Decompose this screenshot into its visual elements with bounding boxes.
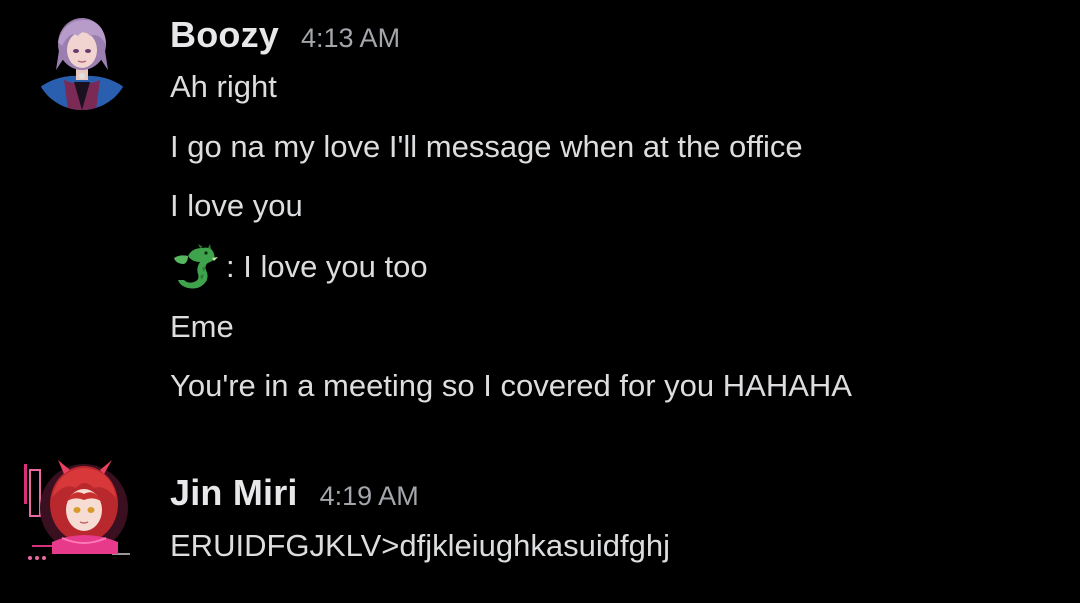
timestamp[interactable]: 4:19 AM bbox=[320, 481, 419, 512]
message-text: I go na my love I'll message when at the… bbox=[170, 129, 803, 164]
avatar-jin-miri[interactable] bbox=[22, 458, 132, 568]
message-line-with-emoji: : I love you too bbox=[170, 244, 428, 290]
avatar-anime-girl-icon bbox=[22, 458, 132, 568]
message-group-boozy: Boozy 4:13 AM Ah right I go na my love I… bbox=[0, 0, 1080, 440]
message-text: Eme bbox=[170, 309, 234, 344]
message-text: You're in a meeting so I covered for you… bbox=[170, 368, 852, 403]
username[interactable]: Jin Miri bbox=[170, 472, 298, 514]
message-text: : I love you too bbox=[226, 249, 428, 284]
avatar-anime-man-icon bbox=[34, 14, 130, 110]
message-group-jin-miri: Jin Miri 4:19 AM ERUIDFGJKLV>dfjkleiughk… bbox=[0, 455, 1080, 603]
message-header-jin-miri: Jin Miri 4:19 AM bbox=[170, 472, 419, 514]
username[interactable]: Boozy bbox=[170, 14, 279, 56]
timestamp[interactable]: 4:13 AM bbox=[301, 23, 400, 54]
message-text: I love you bbox=[170, 188, 303, 223]
message-text: ERUIDFGJKLV>dfjkleiughkasuidfghj bbox=[170, 528, 670, 563]
dragon-emoji-icon[interactable] bbox=[170, 244, 220, 290]
message-text: Ah right bbox=[170, 69, 277, 104]
avatar-boozy[interactable] bbox=[34, 14, 130, 110]
message-header-boozy: Boozy 4:13 AM bbox=[170, 14, 400, 56]
